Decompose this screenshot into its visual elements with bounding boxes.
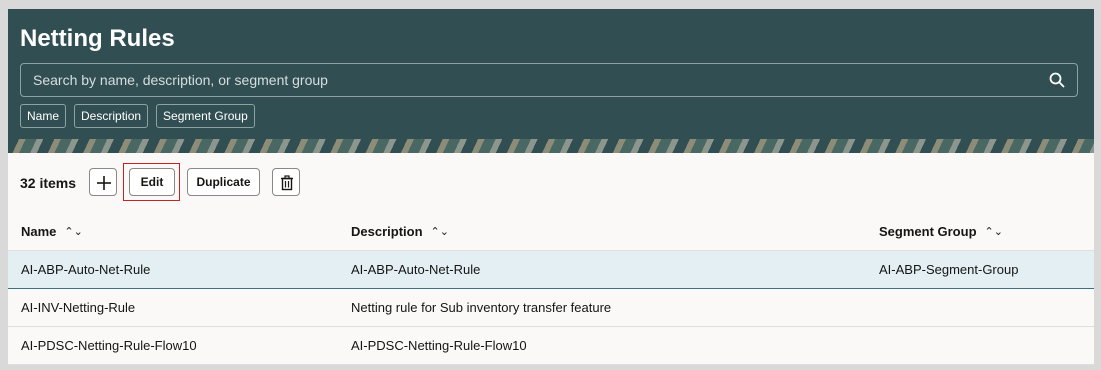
sort-icon[interactable]: ⌃⌄ [431,214,449,251]
page-title: Netting Rules [20,25,175,52]
chip-segment-group[interactable]: Segment Group [156,104,255,128]
cell-description: AI-PDSC-Netting-Rule-Flow10 [351,338,527,353]
search-box[interactable] [20,63,1078,97]
plus-icon [97,176,111,190]
items-count: 32 items [20,175,77,191]
delete-button[interactable] [272,168,300,196]
duplicate-button[interactable]: Duplicate [187,168,260,196]
column-header-name[interactable]: Name ⌃⌄ [21,213,83,251]
search-input[interactable] [33,64,1013,96]
netting-rules-table: Name ⌃⌄ Description ⌃⌄ Segment Group ⌃⌄ AI-… [8,213,1094,365]
table-row[interactable]: AI-INV-Netting-Rule Netting rule for Sub… [8,289,1094,327]
column-header-label: Name [21,224,57,239]
toolbar: 32 items Edit Duplicate [8,163,1094,201]
table-row[interactable]: AI-ABP-Auto-Net-Rule AI-ABP-Auto-Net-Rul… [8,251,1094,289]
column-header-segment-group[interactable]: Segment Group ⌃⌄ [879,213,1003,251]
table-row[interactable]: AI-PDSC-Netting-Rule-Flow10 AI-PDSC-Nett… [8,327,1094,365]
search-icon[interactable] [1049,72,1065,88]
page-header: Netting Rules Name Description Segment G… [8,9,1094,153]
column-header-label: Description [351,224,423,239]
search-filter-chips: Name Description Segment Group [20,104,255,128]
netting-rules-page: Netting Rules Name Description Segment G… [8,9,1094,365]
add-button[interactable] [89,168,117,196]
cell-segment-group: AI-ABP-Segment-Group [879,262,1019,277]
trash-icon [281,175,293,191]
edit-button[interactable]: Edit [129,168,175,196]
sort-icon[interactable]: ⌃⌄ [64,214,82,251]
chip-description[interactable]: Description [74,104,149,128]
column-header-label: Segment Group [879,224,977,239]
column-header-description[interactable]: Description ⌃⌄ [351,213,449,251]
sort-icon[interactable]: ⌃⌄ [985,214,1003,251]
cell-name: AI-ABP-Auto-Net-Rule [21,262,151,277]
cell-description: AI-ABP-Auto-Net-Rule [351,262,481,277]
cell-name: AI-INV-Netting-Rule [21,300,136,315]
chip-name[interactable]: Name [20,104,67,128]
cell-name: AI-PDSC-Netting-Rule-Flow10 [21,338,197,353]
header-decorative-pattern [8,139,1094,153]
cell-description: Netting rule for Sub inventory transfer … [351,300,612,315]
table-header-row: Name ⌃⌄ Description ⌃⌄ Segment Group ⌃⌄ [8,213,1094,251]
